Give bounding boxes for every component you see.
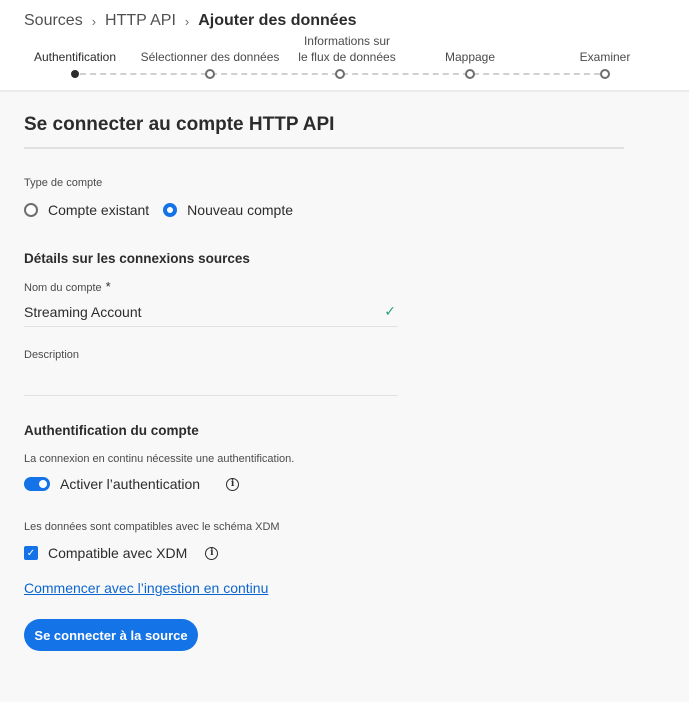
account-name-label: Nom du compte * xyxy=(24,279,111,294)
top-header: Sources › HTTP API › Ajouter des données… xyxy=(0,0,689,92)
account-name-field[interactable]: Streaming Account ✓ xyxy=(24,297,398,327)
connect-to-source-button[interactable]: Se connecter à la source xyxy=(24,619,198,651)
step-review-dot[interactable] xyxy=(600,69,610,79)
account-type-radio-group: Compte existant Nouveau compte xyxy=(24,202,307,218)
required-asterisk-icon: * xyxy=(105,279,111,294)
step-dataflow-label-line1: Informations sur xyxy=(303,34,391,48)
info-icon[interactable]: i xyxy=(226,477,240,491)
description-field[interactable] xyxy=(24,366,398,396)
auth-toggle-switch[interactable] xyxy=(24,477,50,491)
step-review-label: Examiner xyxy=(579,50,631,64)
radio-new-account[interactable]: Nouveau compte xyxy=(163,202,293,218)
radio-existing-account-label: Compte existant xyxy=(48,202,150,218)
auth-toggle-row: Activer l’authentication i xyxy=(24,476,240,492)
xdm-checkbox-row: ✓ Compatible avec XDM i xyxy=(24,545,219,561)
xdm-note: Les données sont compatibles avec le sch… xyxy=(24,521,280,533)
account-type-label: Type de compte xyxy=(24,177,103,189)
radio-existing-account[interactable]: Compte existant xyxy=(24,202,149,218)
step-select-data-label: Sélectionner des données xyxy=(140,50,280,64)
account-auth-heading: Authentification du compte xyxy=(24,423,199,438)
title-divider xyxy=(24,147,624,149)
xdm-checkbox[interactable]: ✓ xyxy=(24,546,38,560)
step-mapping-label: Mappage xyxy=(444,50,496,64)
step-dataflow-label-line2: le flux de données xyxy=(298,50,396,64)
info-icon[interactable]: i xyxy=(205,546,219,560)
step-select-data-dot[interactable] xyxy=(205,69,215,79)
source-details-heading: Détails sur les connexions sources xyxy=(24,251,250,266)
radio-circle-icon[interactable] xyxy=(24,203,38,217)
account-name-value[interactable]: Streaming Account xyxy=(24,304,384,320)
step-dataflow-dot[interactable] xyxy=(335,69,345,79)
xdm-checkbox-label: Compatible avec XDM xyxy=(48,545,188,561)
streaming-ingestion-link[interactable]: Commencer avec l’ingestion en continu xyxy=(24,580,268,596)
description-label: Description xyxy=(24,349,80,361)
step-mapping-dot[interactable] xyxy=(465,69,475,79)
radio-new-account-label: Nouveau compte xyxy=(187,202,294,218)
step-authentification-label: Authentification xyxy=(33,50,117,64)
toggle-knob xyxy=(39,480,47,488)
step-authentification-dot[interactable] xyxy=(71,70,79,78)
wizard-steps: Authentification Sélectionner des donnée… xyxy=(0,0,689,92)
account-name-label-text: Nom du compte xyxy=(24,282,102,294)
auth-toggle-label: Activer l’authentication xyxy=(60,476,201,492)
check-icon: ✓ xyxy=(384,303,396,319)
form-title: Se connecter au compte HTTP API xyxy=(24,114,335,135)
radio-circle-checked-icon[interactable] xyxy=(163,203,178,217)
auth-note: La connexion en continu nécessite une au… xyxy=(24,453,295,465)
